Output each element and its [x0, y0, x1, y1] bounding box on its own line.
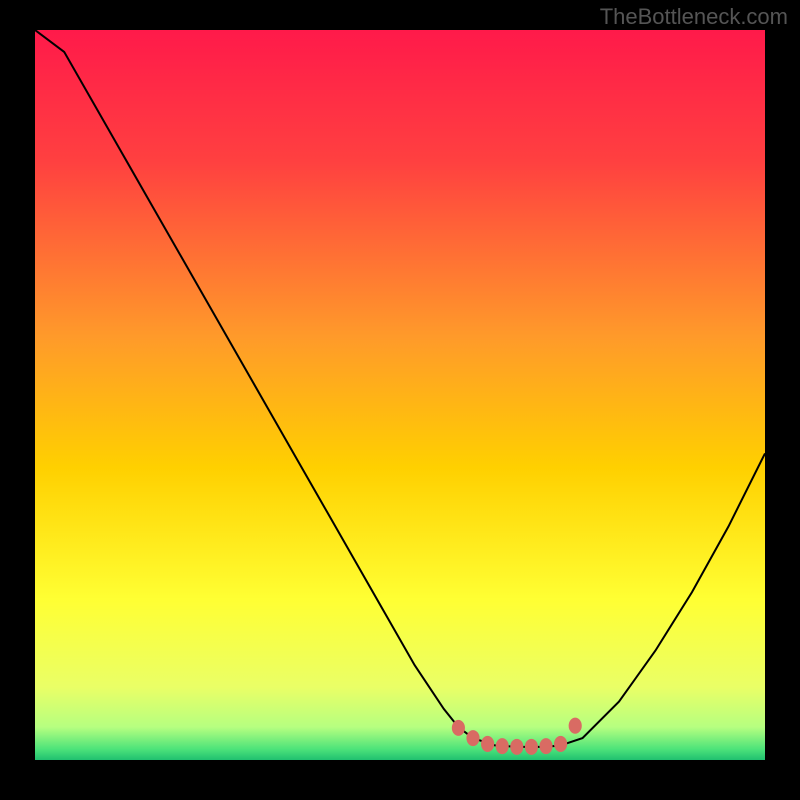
optimal-marker [481, 736, 494, 752]
chart-optimal-markers [35, 30, 765, 760]
watermark-text: TheBottleneck.com [600, 4, 788, 30]
optimal-marker [569, 718, 582, 734]
optimal-marker [496, 738, 509, 754]
chart-plot-area [35, 30, 765, 760]
optimal-marker [525, 739, 538, 755]
optimal-marker [554, 736, 567, 752]
optimal-marker [510, 739, 523, 755]
optimal-marker [466, 730, 479, 746]
optimal-marker [539, 738, 552, 754]
optimal-marker [452, 720, 465, 736]
